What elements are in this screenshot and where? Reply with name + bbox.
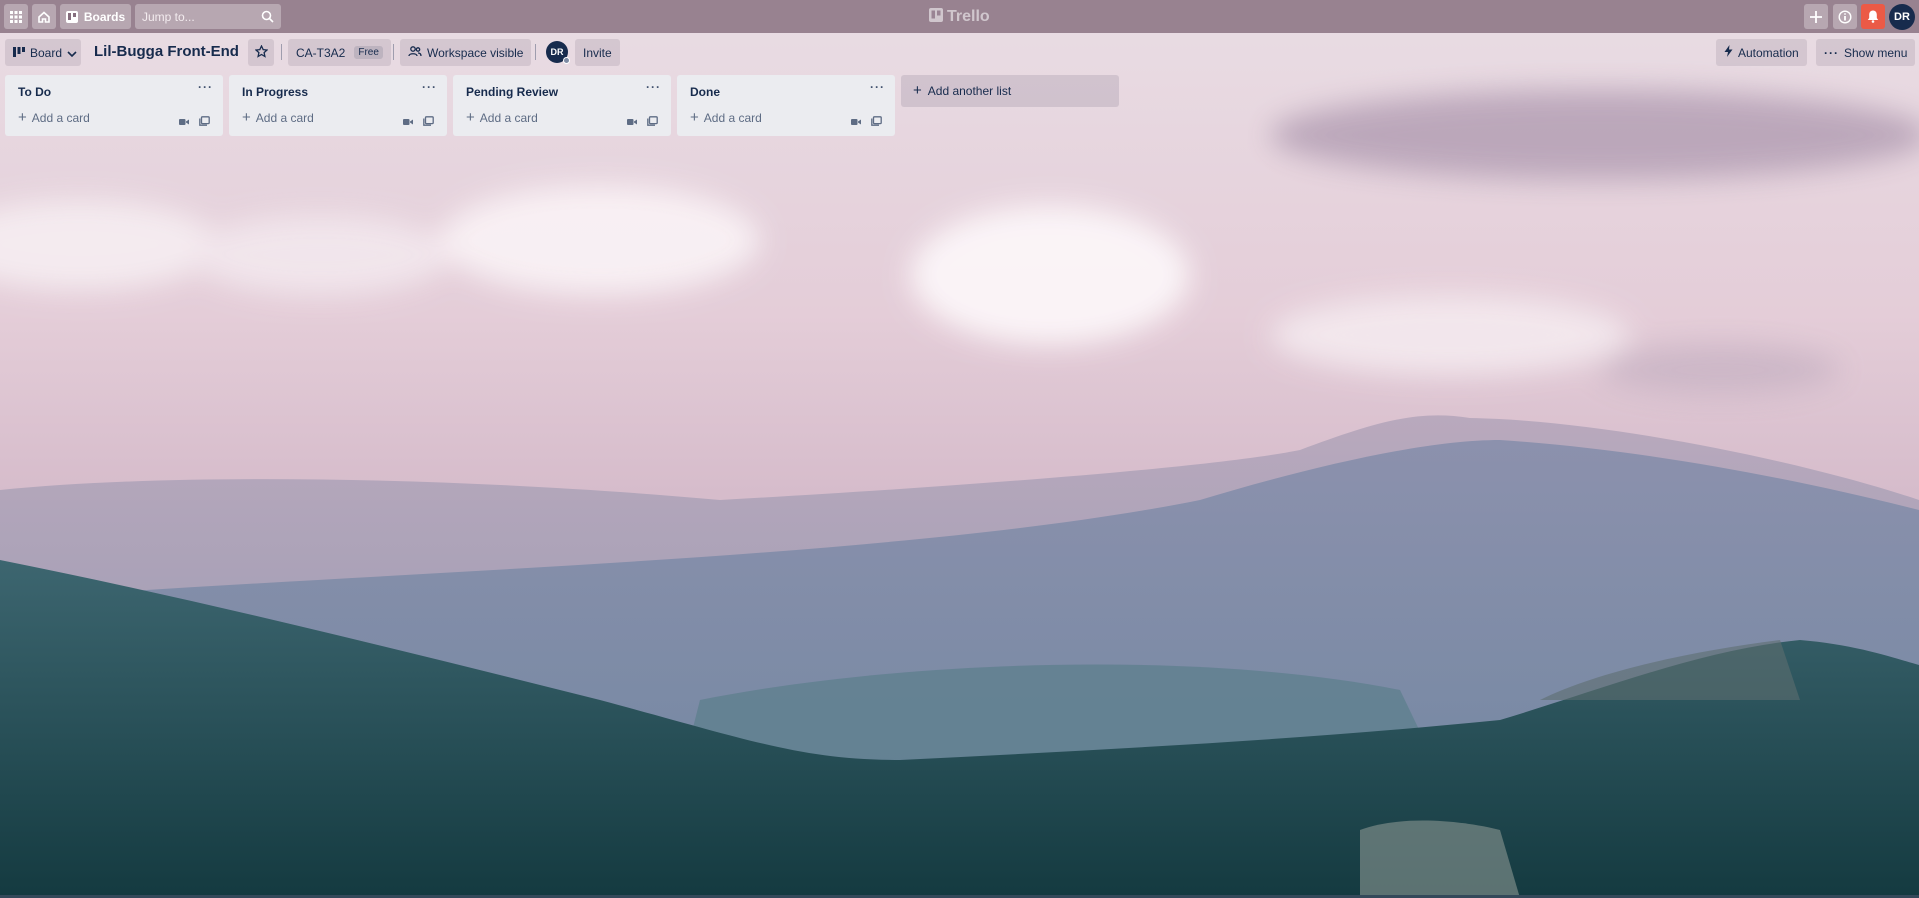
list-actions-button[interactable]: ··· xyxy=(198,80,213,94)
board-view-switcher[interactable]: Board xyxy=(5,39,81,66)
grid-icon xyxy=(10,10,22,23)
automation-button[interactable]: Automation xyxy=(1716,39,1807,66)
notifications-button[interactable] xyxy=(1861,4,1885,29)
list-title[interactable]: In Progress xyxy=(242,85,308,99)
info-icon xyxy=(1838,9,1852,24)
video-icon[interactable] xyxy=(851,113,861,131)
invite-label: Invite xyxy=(583,45,612,60)
card-template-icon[interactable] xyxy=(871,113,882,131)
bell-icon xyxy=(1867,10,1879,23)
invite-button[interactable]: Invite xyxy=(575,39,620,66)
list-title[interactable]: Pending Review xyxy=(466,85,558,99)
visibility-label: Workspace visible xyxy=(427,45,524,60)
member-avatar[interactable]: DR xyxy=(1889,4,1915,30)
visibility-button[interactable]: Workspace visible xyxy=(400,39,532,66)
header-divider xyxy=(393,44,394,60)
star-icon xyxy=(253,43,269,61)
admin-indicator xyxy=(563,57,570,64)
plus-icon: + xyxy=(242,109,251,126)
list-pending-review[interactable]: Pending Review ··· + Add a card xyxy=(453,75,671,136)
plus-icon: + xyxy=(466,109,475,126)
add-card-label: Add a card xyxy=(479,111,538,125)
add-list-label: Add another list xyxy=(927,84,1012,98)
jump-to-search[interactable] xyxy=(135,4,281,29)
board-member-avatar[interactable]: DR xyxy=(546,41,570,64)
list-title[interactable]: Done xyxy=(690,85,720,99)
board-header: Board Lil-Bugga Front-End CA-T3A2 Free W… xyxy=(0,33,1919,71)
list-actions-button[interactable]: ··· xyxy=(870,80,885,94)
boards-label: Boards xyxy=(83,9,126,24)
header-divider xyxy=(535,44,536,60)
home-button[interactable] xyxy=(32,4,56,29)
add-card-button[interactable]: + Add a card xyxy=(242,109,314,126)
star-board-button[interactable] xyxy=(248,39,274,66)
chevron-down-icon xyxy=(67,46,77,60)
plus-icon: + xyxy=(690,109,699,126)
plus-icon: + xyxy=(18,109,27,126)
add-card-label: Add a card xyxy=(255,111,314,125)
plus-icon: + xyxy=(913,82,922,99)
plan-badge: Free xyxy=(354,46,383,59)
trello-logo[interactable]: Trello xyxy=(929,7,990,27)
list-actions-button[interactable]: ··· xyxy=(422,80,437,94)
card-template-icon[interactable] xyxy=(199,113,210,131)
board-view-label: Board xyxy=(30,45,63,60)
ellipsis-icon: ··· xyxy=(1824,45,1839,60)
list-actions-button[interactable]: ··· xyxy=(646,80,661,94)
show-menu-button[interactable]: ··· Show menu xyxy=(1816,39,1916,66)
header-divider xyxy=(281,44,282,60)
information-button[interactable] xyxy=(1833,4,1857,29)
house-icon xyxy=(37,10,51,24)
add-card-button[interactable]: + Add a card xyxy=(690,109,762,126)
add-card-button[interactable]: + Add a card xyxy=(466,109,538,126)
plus-icon xyxy=(1810,10,1822,23)
create-button[interactable] xyxy=(1804,4,1828,29)
workspace-name: CA-T3A2 xyxy=(296,45,346,60)
logo-text: Trello xyxy=(947,8,990,25)
workspace-button[interactable]: CA-T3A2 Free xyxy=(288,39,391,66)
board-title[interactable]: Lil-Bugga Front-End xyxy=(94,43,239,60)
board-icon xyxy=(65,10,78,23)
add-card-button[interactable]: + Add a card xyxy=(18,109,90,126)
video-icon[interactable] xyxy=(627,113,637,131)
trello-logo-icon xyxy=(929,7,943,27)
search-icon[interactable] xyxy=(261,10,274,28)
card-template-icon[interactable] xyxy=(647,113,658,131)
member-initials: DR xyxy=(550,47,564,57)
list-title[interactable]: To Do xyxy=(18,85,51,99)
video-icon[interactable] xyxy=(403,113,413,131)
list-in-progress[interactable]: In Progress ··· + Add a card xyxy=(229,75,447,136)
search-input[interactable] xyxy=(142,9,257,24)
board-view-icon xyxy=(13,46,25,60)
people-icon xyxy=(408,45,422,60)
top-navigation-bar: Boards Trello DR xyxy=(0,0,1919,33)
add-another-list-button[interactable]: + Add another list xyxy=(901,75,1119,107)
list-done[interactable]: Done ··· + Add a card xyxy=(677,75,895,136)
video-icon[interactable] xyxy=(179,113,189,131)
boards-button[interactable]: Boards xyxy=(60,4,131,29)
lightning-icon xyxy=(1724,45,1733,60)
add-card-label: Add a card xyxy=(31,111,90,125)
show-menu-label: Show menu xyxy=(1844,45,1908,60)
add-card-label: Add a card xyxy=(703,111,762,125)
list-to-do[interactable]: To Do ··· + Add a card xyxy=(5,75,223,136)
apps-switcher-button[interactable] xyxy=(4,4,28,29)
card-template-icon[interactable] xyxy=(423,113,434,131)
automation-label: Automation xyxy=(1738,45,1799,60)
